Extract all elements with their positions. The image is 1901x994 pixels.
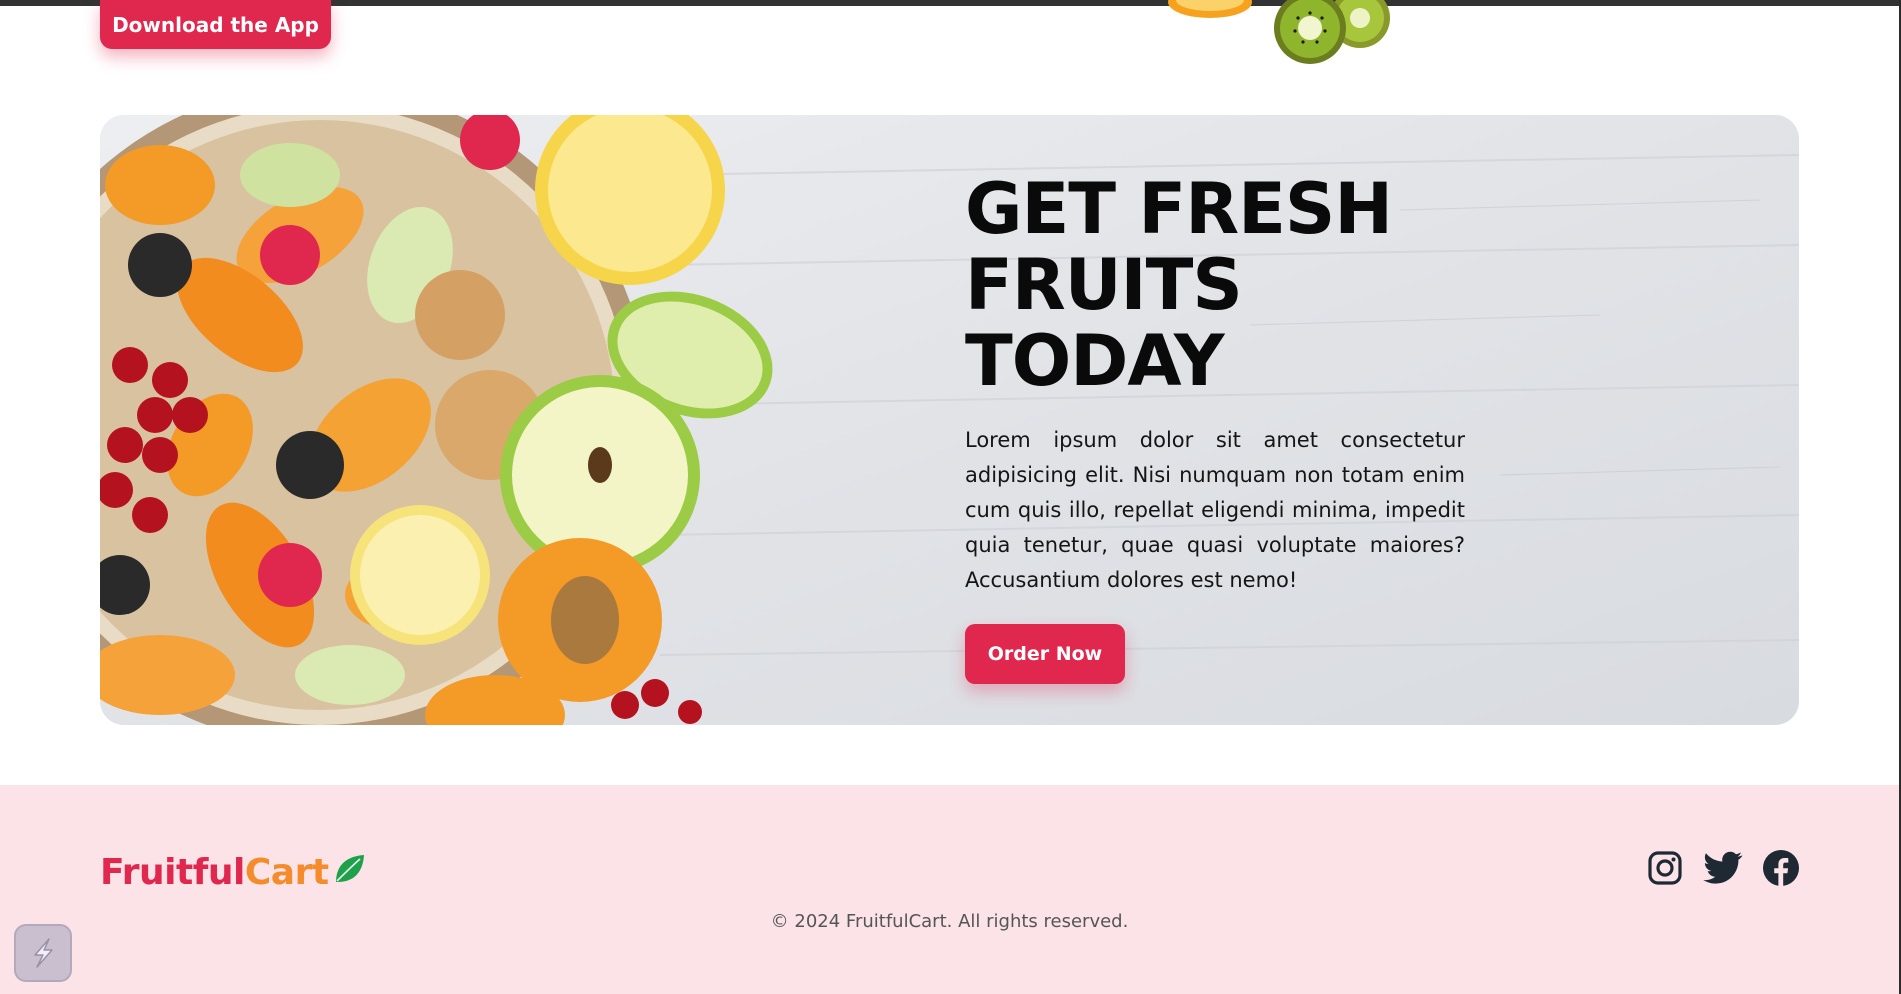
- footer-logo[interactable]: Fruitful Cart: [100, 847, 366, 897]
- social-links: [1645, 848, 1801, 888]
- twitter-icon[interactable]: [1703, 848, 1743, 888]
- banner-description: Lorem ipsum dolor sit amet consectetur a…: [965, 428, 1465, 592]
- instagram-icon[interactable]: [1645, 848, 1685, 888]
- fruit-bowl-image: [100, 115, 1799, 725]
- site-footer: Fruitful Cart © 2024 FruitfulCart. All r…: [0, 785, 1899, 994]
- logo-text-fruitful: Fruitful: [100, 851, 245, 893]
- promo-banner: GET FRESH FRUITS TODAY Lorem ipsum dolor…: [100, 115, 1799, 725]
- facebook-icon[interactable]: [1761, 848, 1801, 888]
- headline-line-3: TODAY: [965, 320, 1225, 402]
- headline-line-1: GET FRESH: [965, 168, 1393, 250]
- headline-line-2: FRUITS: [965, 244, 1243, 326]
- banner-content: GET FRESH FRUITS TODAY Lorem ipsum dolor…: [965, 171, 1465, 684]
- bolt-icon: [34, 938, 53, 968]
- logo-text-cart: Cart: [244, 851, 329, 893]
- order-now-button[interactable]: Order Now: [965, 624, 1125, 684]
- download-app-button[interactable]: Download the App: [100, 0, 331, 49]
- fruit-decoration-top: [1168, 0, 1390, 64]
- copyright-text: © 2024 FruitfulCart. All rights reserved…: [770, 911, 1129, 932]
- leaf-icon: [335, 855, 364, 882]
- floating-widget-button[interactable]: [14, 924, 72, 982]
- banner-headline: GET FRESH FRUITS TODAY: [965, 171, 1465, 399]
